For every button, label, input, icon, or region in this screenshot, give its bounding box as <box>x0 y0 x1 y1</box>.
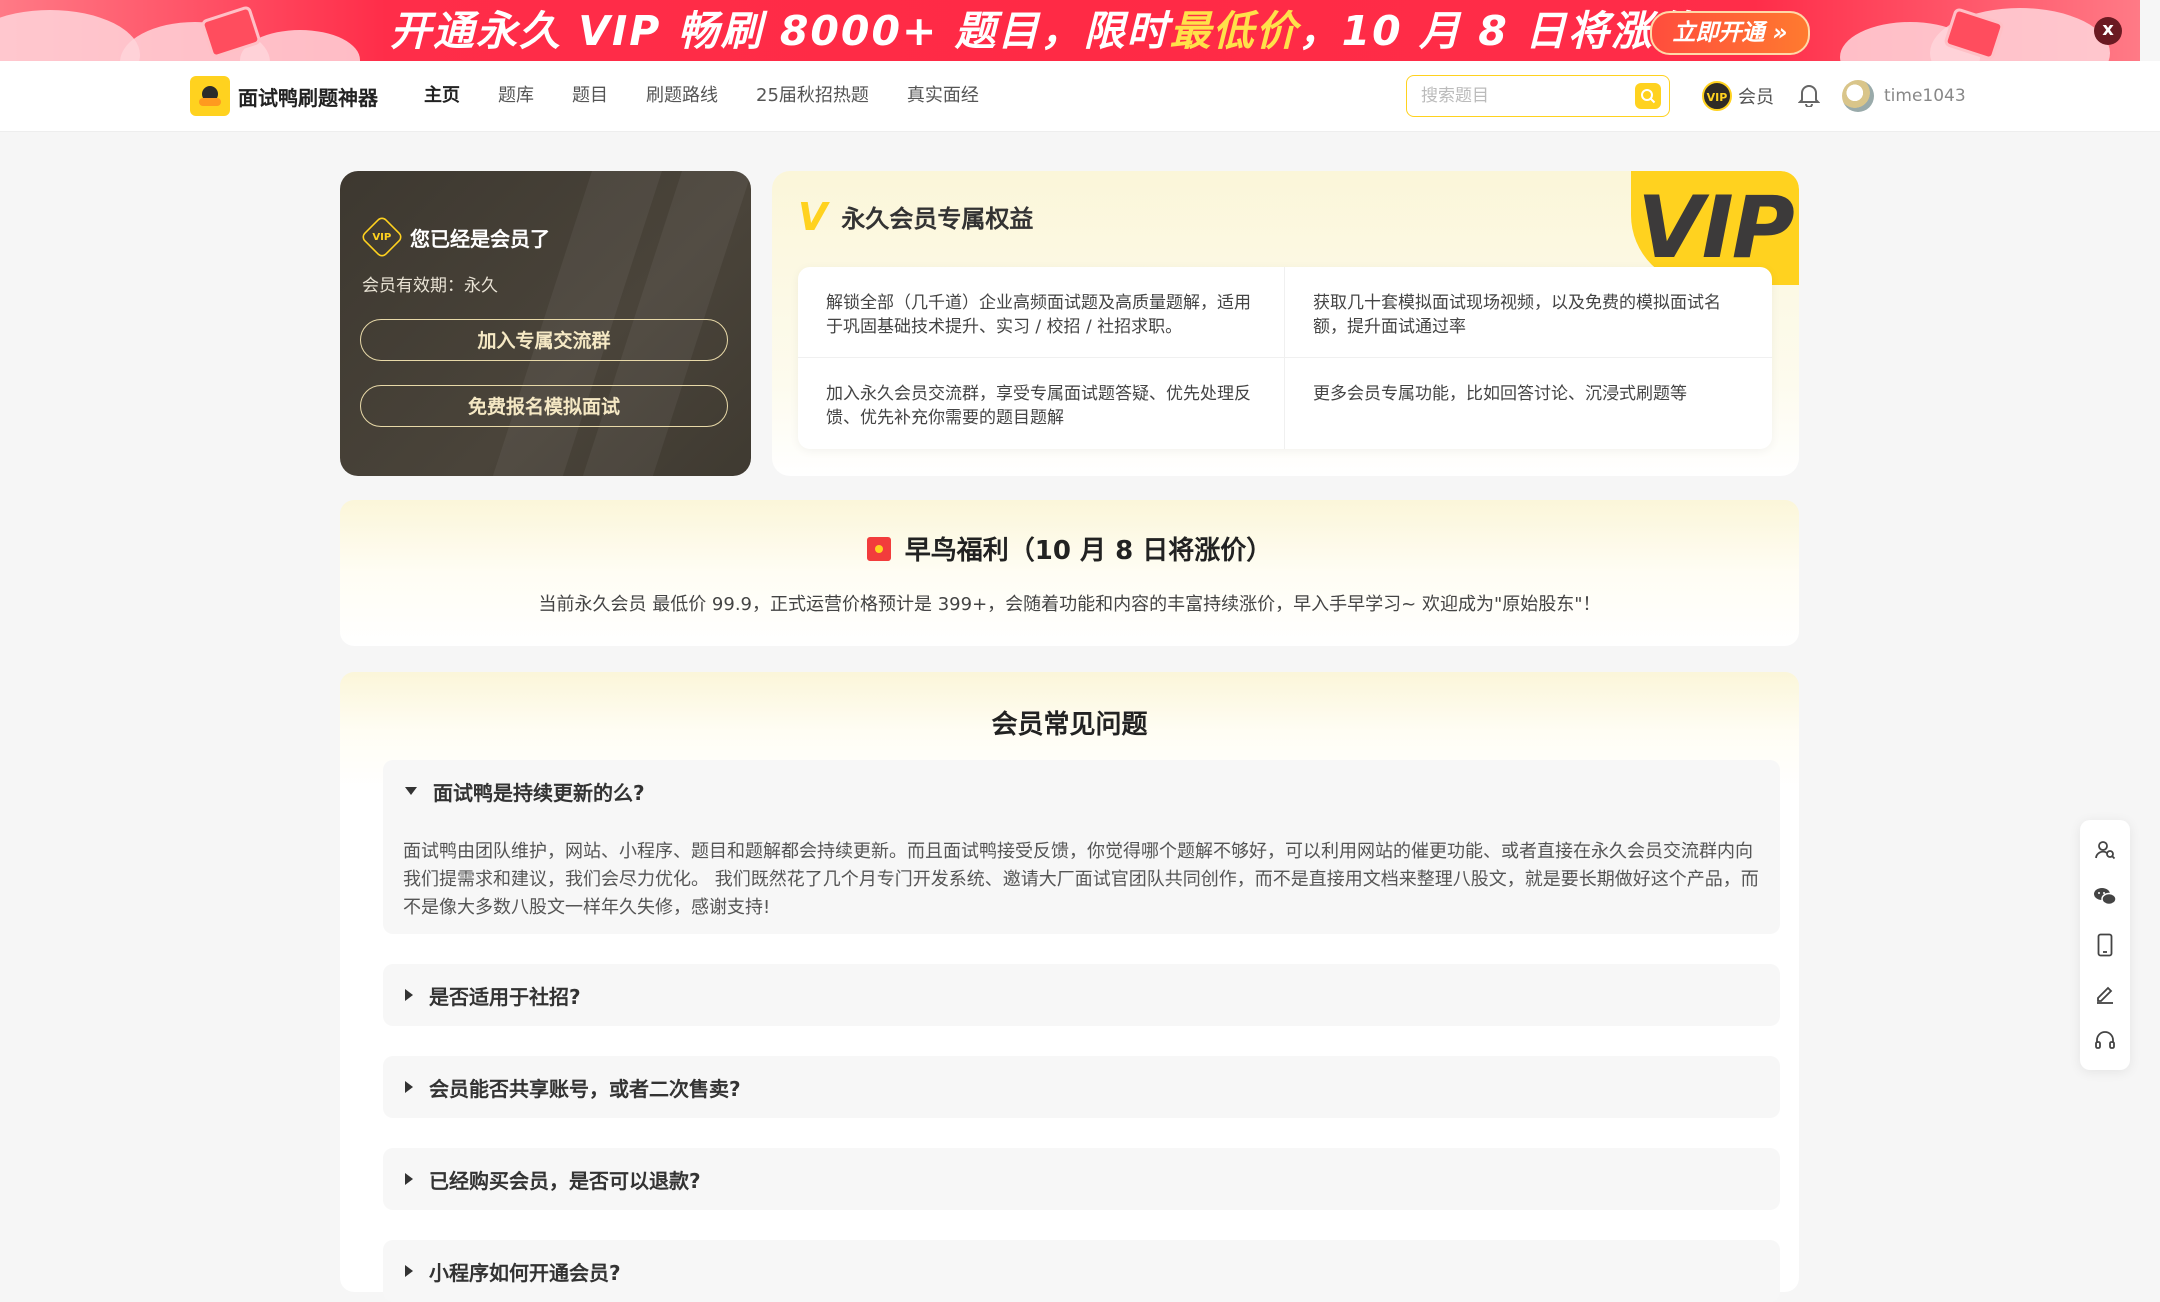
member-expiry: 会员有效期：永久 <box>362 276 498 296</box>
duck-logo-icon <box>190 76 230 116</box>
username: time1043 <box>1884 86 1966 106</box>
member-header: VIP 您已经是会员了 <box>359 214 550 260</box>
banner-close-button[interactable]: x <box>2094 17 2122 45</box>
side-btn-wechat[interactable] <box>2090 882 2120 912</box>
top-nav: 面试鸭刷题神器 主页 题库 题目 刷题路线 25届秋招热题 真实面经 VIP 会… <box>0 61 2160 132</box>
faq-item[interactable]: 是否适用于社招? <box>383 964 1780 1026</box>
benefit-item: 更多会员专属功能，比如回答讨论、沉浸式刷题等 <box>1313 384 1687 404</box>
search-button[interactable] <box>1635 83 1661 109</box>
headset-icon <box>2095 1031 2115 1050</box>
nav-item-interview-experience[interactable]: 真实面经 <box>907 61 979 131</box>
search-icon <box>1641 89 1656 104</box>
faq-item[interactable]: 面试鸭是持续更新的么? 面试鸭由团队维护，网站、小程序、题目和题解都会持续更新。… <box>383 760 1780 934</box>
notification-bell[interactable] <box>1797 83 1821 111</box>
early-bird-title-text: 早鸟福利（10 月 8 日将涨价） <box>904 536 1273 566</box>
caret-right-icon <box>405 1265 413 1277</box>
vip-check-icon: V <box>798 194 828 239</box>
faq-item[interactable]: 小程序如何开通会员? <box>383 1240 1780 1302</box>
vip-badge-icon: VIP <box>1702 81 1732 111</box>
faq-question-text: 面试鸭是持续更新的么? <box>433 780 645 805</box>
faq-section: 会员常见问题 面试鸭是持续更新的么? 面试鸭由团队维护，网站、小程序、题目和题解… <box>340 672 1799 1302</box>
open-vip-button[interactable]: 立即开通 » <box>1650 11 1810 55</box>
side-btn-support[interactable] <box>2090 1025 2120 1055</box>
faq-question[interactable]: 会员能否共享账号，或者二次售卖? <box>405 1056 741 1118</box>
nav-item-hot-questions[interactable]: 25届秋招热题 <box>756 61 869 131</box>
early-bird-desc: 当前永久会员 最低价 99.9，正式运营价格预计是 399+，会随着功能和内容的… <box>538 594 1601 615</box>
early-bird-section: 早鸟福利（10 月 8 日将涨价） 当前永久会员 最低价 99.9，正式运营价格… <box>340 500 1799 646</box>
faq-title: 会员常见问题 <box>991 710 1148 740</box>
side-toolbar <box>2080 820 2130 1070</box>
caret-right-icon <box>405 989 413 1001</box>
nav-item-questions[interactable]: 题目 <box>572 61 608 131</box>
faq-question[interactable]: 小程序如何开通会员? <box>405 1240 621 1302</box>
banner-headline: 开通永久 VIP 畅刷 8000+ 题目，限时最低价，10 月 8 日将涨价！ <box>390 7 1741 55</box>
faq-question-text: 小程序如何开通会员? <box>429 1260 621 1285</box>
caret-down-icon <box>405 787 417 795</box>
benefits-grid: 解锁全部（几千道）企业高频面试题及高质量题解，适用于巩固基础技术提升、实习 / … <box>798 267 1772 449</box>
vip-link[interactable]: VIP 会员 <box>1702 78 1774 114</box>
early-bird-title: 早鸟福利（10 月 8 日将涨价） <box>340 530 1799 567</box>
faq-question[interactable]: 是否适用于社招? <box>405 964 581 1026</box>
caret-right-icon <box>405 1173 413 1185</box>
benefit-item: 解锁全部（几千道）企业高频面试题及高质量题解，适用于巩固基础技术提升、实习 / … <box>798 267 1285 358</box>
user-search-icon <box>2095 840 2116 859</box>
faq-item[interactable]: 会员能否共享账号，或者二次售卖? <box>383 1056 1780 1118</box>
search-input[interactable] <box>1419 76 1623 116</box>
side-btn-user-search[interactable] <box>2090 835 2120 865</box>
avatar <box>1842 80 1874 112</box>
faq-answer: 面试鸭由团队维护，网站、小程序、题目和题解都会持续更新。而且面试鸭接受反馈，你觉… <box>403 841 1759 918</box>
benefits-card: VIP V 永久会员专属权益 解锁全部（几千道）企业高频面试题及高质量题解，适用… <box>772 171 1799 476</box>
benefits-title: V 永久会员专属权益 <box>798 194 1034 239</box>
mobile-icon <box>2097 933 2113 957</box>
wechat-icon <box>2094 888 2117 906</box>
faq-item[interactable]: 已经购买会员，是否可以退款? <box>383 1148 1780 1210</box>
faq-question-text: 是否适用于社招? <box>429 984 581 1009</box>
logo-text: 面试鸭刷题神器 <box>238 85 378 110</box>
member-status-card: VIP 您已经是会员了 会员有效期：永久 加入专属交流群 免费报名模拟面试 <box>340 171 751 476</box>
red-packet-icon <box>866 536 891 561</box>
side-btn-mobile[interactable] <box>2090 930 2120 960</box>
faq-question[interactable]: 已经购买会员，是否可以退款? <box>405 1148 701 1210</box>
promo-banner[interactable]: 开通永久 VIP 畅刷 8000+ 题目，限时最低价，10 月 8 日将涨价！ … <box>0 0 2140 61</box>
cloud-decoration <box>0 10 140 61</box>
caret-right-icon <box>405 1081 413 1093</box>
nav-item-study-route[interactable]: 刷题路线 <box>646 61 718 131</box>
edit-icon <box>2097 986 2113 1004</box>
faq-question-text: 会员能否共享账号，或者二次售卖? <box>429 1076 741 1101</box>
faq-question-text: 已经购买会员，是否可以退款? <box>429 1168 701 1193</box>
nav-menu: 主页 题库 题目 刷题路线 25届秋招热题 真实面经 <box>424 61 1017 131</box>
nav-item-home[interactable]: 主页 <box>424 61 460 131</box>
join-group-button[interactable]: 加入专属交流群 <box>360 319 728 361</box>
site-logo[interactable]: 面试鸭刷题神器 <box>190 76 378 116</box>
benefit-item: 加入永久会员交流群，享受专属面试题答疑、优先处理反馈、优先补充你需要的题目题解 <box>798 358 1285 449</box>
vip-diamond-icon: VIP <box>359 214 405 260</box>
benefits-title-text: 永久会员专属权益 <box>841 205 1034 233</box>
mock-interview-button[interactable]: 免费报名模拟面试 <box>360 385 728 427</box>
benefit-item: 获取几十套模拟面试现场视频，以及免费的模拟面试名额，提升面试通过率 <box>1285 267 1772 358</box>
member-title: 您已经是会员了 <box>410 226 550 251</box>
user-menu[interactable]: time1043 <box>1842 78 1966 114</box>
nav-item-question-bank[interactable]: 题库 <box>498 61 534 131</box>
bell-icon <box>1797 85 1821 108</box>
search-box <box>1406 75 1670 117</box>
side-btn-edit[interactable] <box>2090 978 2120 1008</box>
faq-question[interactable]: 面试鸭是持续更新的么? <box>405 760 645 822</box>
vip-label: 会员 <box>1738 87 1774 108</box>
